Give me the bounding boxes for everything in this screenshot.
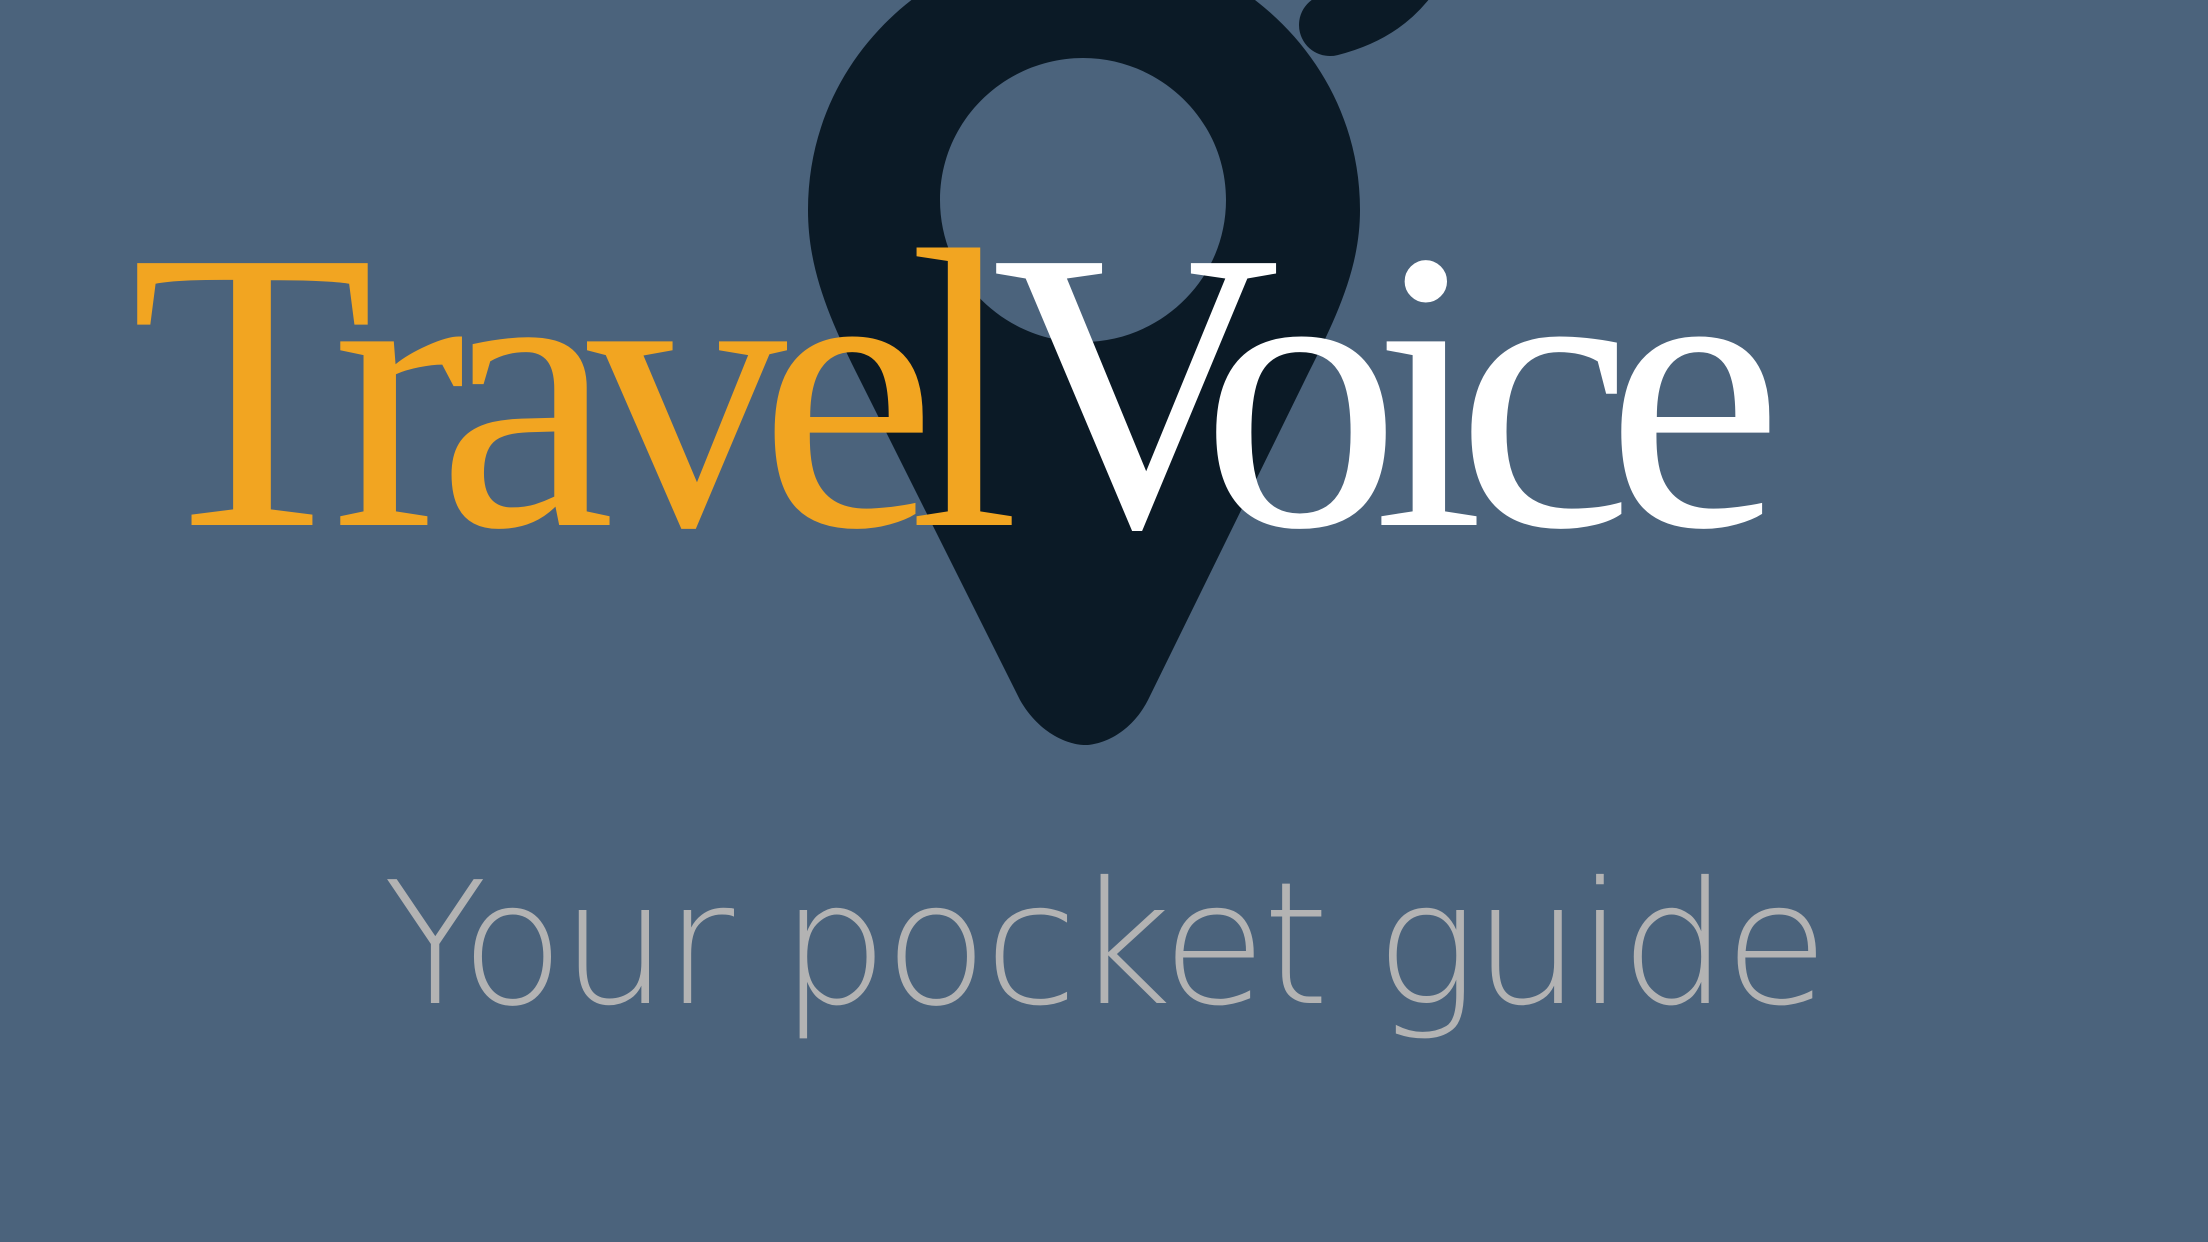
tagline: Your pocket guide	[383, 846, 1829, 1044]
svg-text:TravelVoice: TravelVoice	[130, 170, 1774, 570]
logo-word-travel: Travel	[130, 170, 1015, 570]
splash-screen: TravelVoice Your pocket guide	[0, 0, 2208, 1242]
app-logo: TravelVoice	[130, 170, 1802, 570]
logo-word-voice: Voice	[992, 170, 1775, 570]
